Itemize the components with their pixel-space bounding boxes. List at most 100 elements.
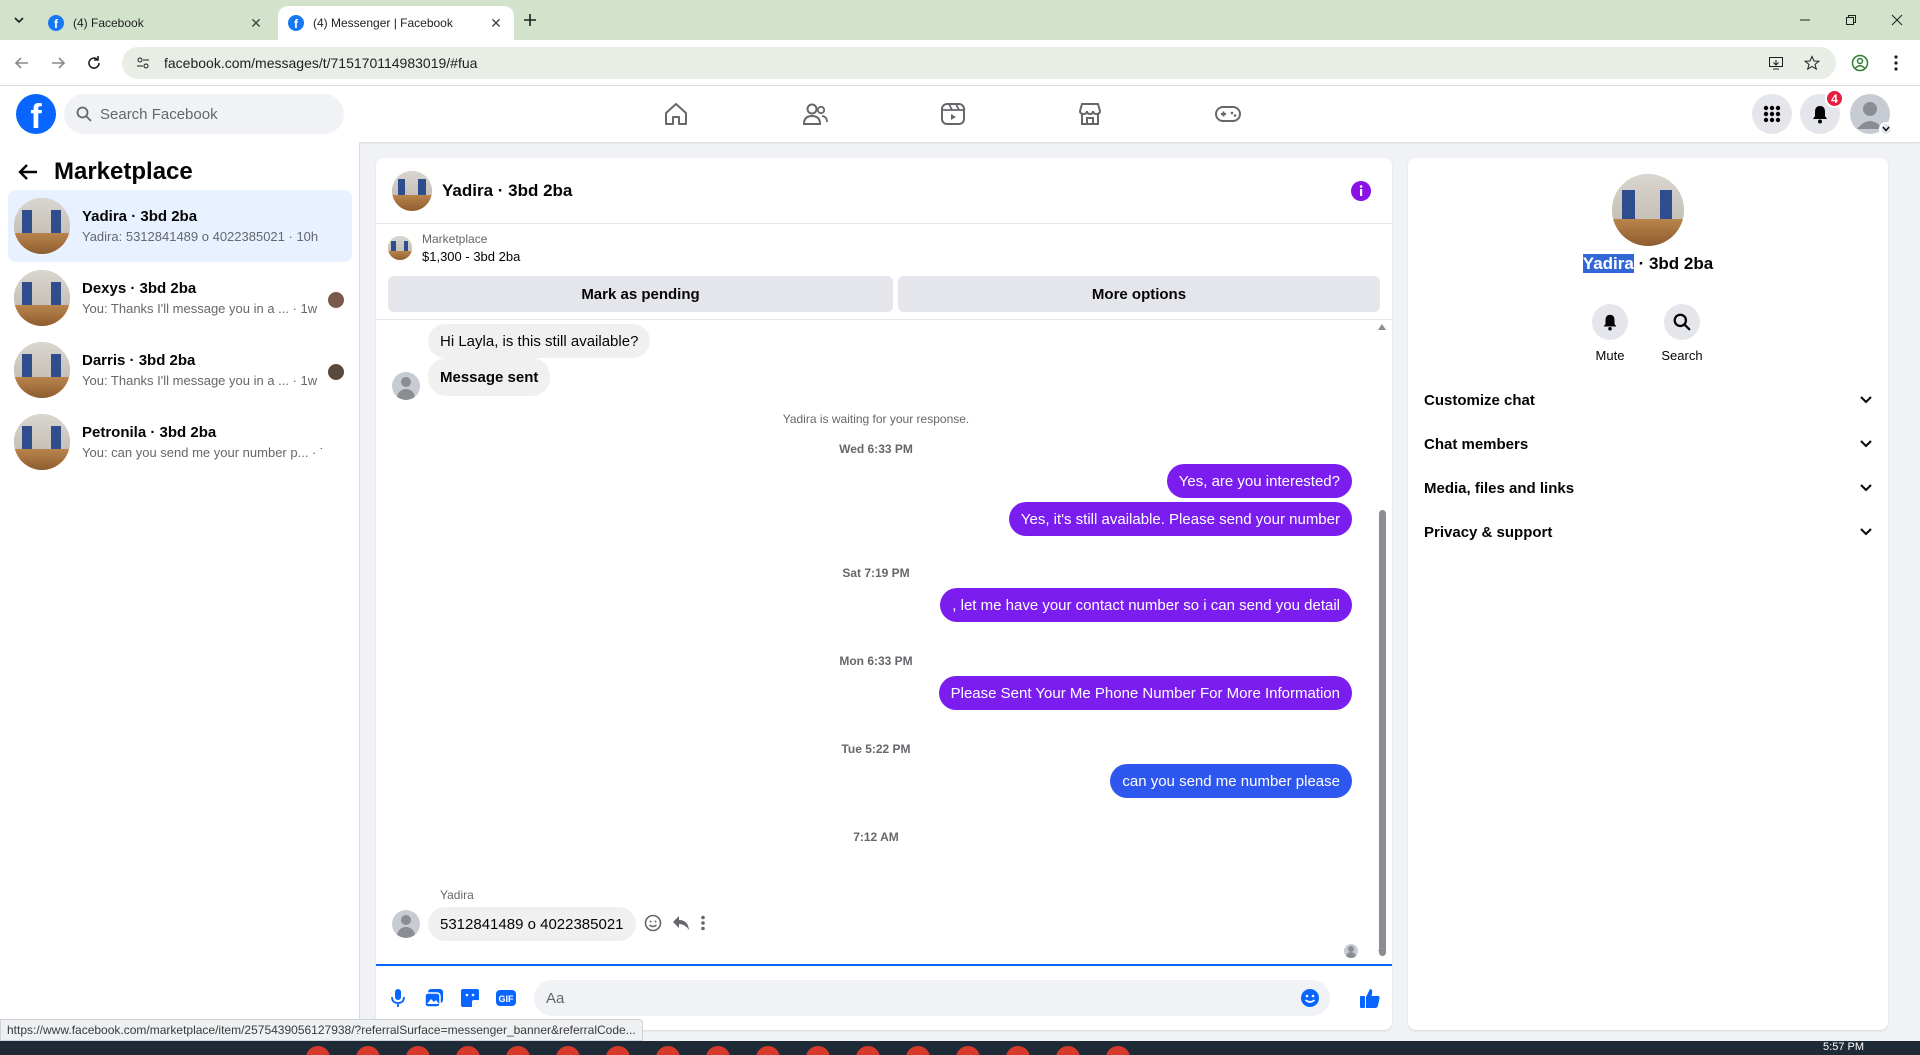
tab-search-icon[interactable] (8, 9, 30, 31)
site-settings-icon[interactable] (136, 56, 150, 70)
conversation-item-yadira[interactable]: Yadira · 3bd 2ba Yadira: 5312841489 o 40… (8, 190, 352, 262)
taskbar-app-icon[interactable] (656, 1046, 680, 1055)
conversation-name: Darris · 3bd 2ba (82, 352, 196, 369)
message-incoming[interactable]: 5312841489 o 4022385021 (428, 907, 636, 941)
taskbar-app-icon[interactable] (406, 1046, 430, 1055)
taskbar-app-icon[interactable] (556, 1046, 580, 1055)
search-icon (1673, 313, 1691, 331)
message-outgoing[interactable]: Please Sent Your Me Phone Number For Mor… (938, 676, 1352, 710)
taskbar-app-icon[interactable] (1056, 1046, 1080, 1055)
back-arrow-icon[interactable] (18, 163, 38, 181)
taskbar-app-icon[interactable] (606, 1046, 630, 1055)
mute-action[interactable]: Mute (1580, 304, 1640, 363)
conversation-item-dexys[interactable]: Dexys · 3bd 2ba You: Thanks I'll message… (8, 262, 352, 334)
install-app-icon[interactable] (1764, 51, 1788, 75)
privacy-support-row[interactable]: Privacy & support (1424, 514, 1872, 550)
taskbar-app-icon[interactable] (1106, 1046, 1130, 1055)
sender-name: Yadira (440, 888, 474, 902)
taskbar-app-icon[interactable] (306, 1046, 330, 1055)
more-options-button[interactable]: More options (898, 276, 1380, 312)
search-placeholder: Search Facebook (100, 105, 218, 123)
close-window-icon[interactable] (1874, 0, 1920, 40)
back-icon[interactable] (10, 51, 34, 75)
mark-as-pending-button[interactable]: Mark as pending (388, 276, 893, 312)
taskbar-app-icon[interactable] (956, 1046, 980, 1055)
message-incoming[interactable]: Message sent (428, 358, 551, 396)
timestamp: Sat 7:19 PM (842, 566, 910, 580)
chat-thumbnail[interactable] (392, 170, 432, 211)
chat-title[interactable]: Yadira · 3bd 2ba (442, 181, 572, 201)
message-scrollbar[interactable] (1376, 320, 1388, 960)
friends-icon[interactable] (797, 96, 833, 132)
taskbar-app-icon[interactable] (906, 1046, 930, 1055)
taskbar-app-icon[interactable] (856, 1046, 880, 1055)
message-incoming[interactable]: Hi Layla, is this still available? (428, 324, 651, 358)
listing-summary[interactable]: Marketplace $1,300 - 3bd 2ba (388, 232, 520, 264)
account-chevron-icon[interactable] (1879, 122, 1893, 136)
chat-members-row[interactable]: Chat members (1424, 426, 1872, 462)
message-outgoing[interactable]: Yes, it's still available. Please send y… (1008, 502, 1352, 536)
media-files-links-row[interactable]: Media, files and links (1424, 470, 1872, 506)
taskbar-app-icon[interactable] (1006, 1046, 1030, 1055)
reply-icon[interactable] (672, 915, 690, 931)
listing-thumbnail (14, 342, 70, 398)
restore-icon[interactable] (1828, 0, 1874, 40)
conversation-item-darris[interactable]: Darris · 3bd 2ba You: Thanks I'll messag… (8, 334, 352, 406)
info-icon[interactable] (1350, 180, 1372, 202)
message-input[interactable]: Aa (534, 980, 1330, 1016)
conversation-list-pane: Marketplace Yadira · 3bd 2ba Yadira: 531… (0, 142, 360, 1030)
menu-grid-icon[interactable] (1752, 94, 1792, 134)
url-text: facebook.com/messages/t/715170114983019/… (164, 55, 478, 71)
conversation-preview: You: Thanks I'll message you in a ... · … (82, 301, 318, 316)
customize-chat-row[interactable]: Customize chat (1424, 382, 1872, 418)
close-tab-icon[interactable]: ✕ (248, 15, 264, 31)
close-tab-icon[interactable]: ✕ (488, 15, 504, 31)
attach-photo-icon[interactable] (422, 986, 446, 1010)
video-icon[interactable] (935, 96, 971, 132)
browser-tab-messenger[interactable]: f (4) Messenger | Facebook ✕ (278, 6, 514, 40)
seen-indicator-avatar (1344, 944, 1358, 958)
name-rest-text: · 3bd 2ba (1633, 254, 1714, 273)
message-outgoing[interactable]: Yes, are you interested? (1166, 464, 1352, 498)
sticker-icon[interactable] (458, 986, 482, 1010)
url-field[interactable]: facebook.com/messages/t/715170114983019/… (122, 47, 1836, 79)
message-outgoing[interactable]: can you send me number please (1110, 764, 1352, 798)
like-thumb-icon[interactable] (1358, 986, 1382, 1010)
bell-icon (1603, 314, 1617, 331)
more-actions-icon[interactable] (700, 915, 706, 931)
browser-menu-icon[interactable] (1884, 51, 1908, 75)
chevron-down-icon (1860, 484, 1872, 492)
reload-icon[interactable] (82, 51, 106, 75)
message-outgoing[interactable]: , let me have your contact number so i c… (940, 588, 1352, 622)
search-icon (76, 106, 92, 122)
gif-icon[interactable]: GIF (494, 986, 518, 1010)
chevron-down-icon (1860, 528, 1872, 536)
browser-tab-facebook[interactable]: f (4) Facebook ✕ (38, 6, 274, 40)
taskbar-app-icon[interactable] (806, 1046, 830, 1055)
marketplace-header: Marketplace (18, 156, 193, 188)
marketplace-icon[interactable] (1072, 96, 1108, 132)
conversation-item-petronila[interactable]: Petronila · 3bd 2ba You: can you send me… (8, 406, 352, 478)
bookmark-star-icon[interactable] (1800, 51, 1824, 75)
forward-icon[interactable] (46, 51, 70, 75)
listing-thumbnail (14, 414, 70, 470)
taskbar-app-icon[interactable] (456, 1046, 480, 1055)
facebook-logo-icon[interactable]: f (16, 94, 56, 134)
taskbar-app-icon[interactable] (356, 1046, 380, 1055)
microphone-icon[interactable] (386, 986, 410, 1010)
taskbar-app-icon[interactable] (756, 1046, 780, 1055)
new-tab-icon[interactable] (520, 10, 540, 30)
emoji-picker-icon[interactable] (1300, 988, 1320, 1008)
scrollbar-thumb[interactable] (1379, 510, 1386, 956)
notifications-bell-icon[interactable]: 4 (1800, 89, 1844, 134)
taskbar-app-icon[interactable] (506, 1046, 530, 1055)
home-icon[interactable] (658, 96, 694, 132)
gaming-icon[interactable] (1210, 96, 1246, 132)
profile-icon[interactable] (1848, 51, 1872, 75)
search-action[interactable]: Search (1652, 304, 1712, 363)
facebook-search-input[interactable]: Search Facebook (64, 94, 344, 134)
account-avatar[interactable] (1850, 94, 1893, 136)
react-emoji-icon[interactable] (644, 914, 662, 932)
minimize-icon[interactable] (1782, 0, 1828, 40)
taskbar-app-icon[interactable] (706, 1046, 730, 1055)
